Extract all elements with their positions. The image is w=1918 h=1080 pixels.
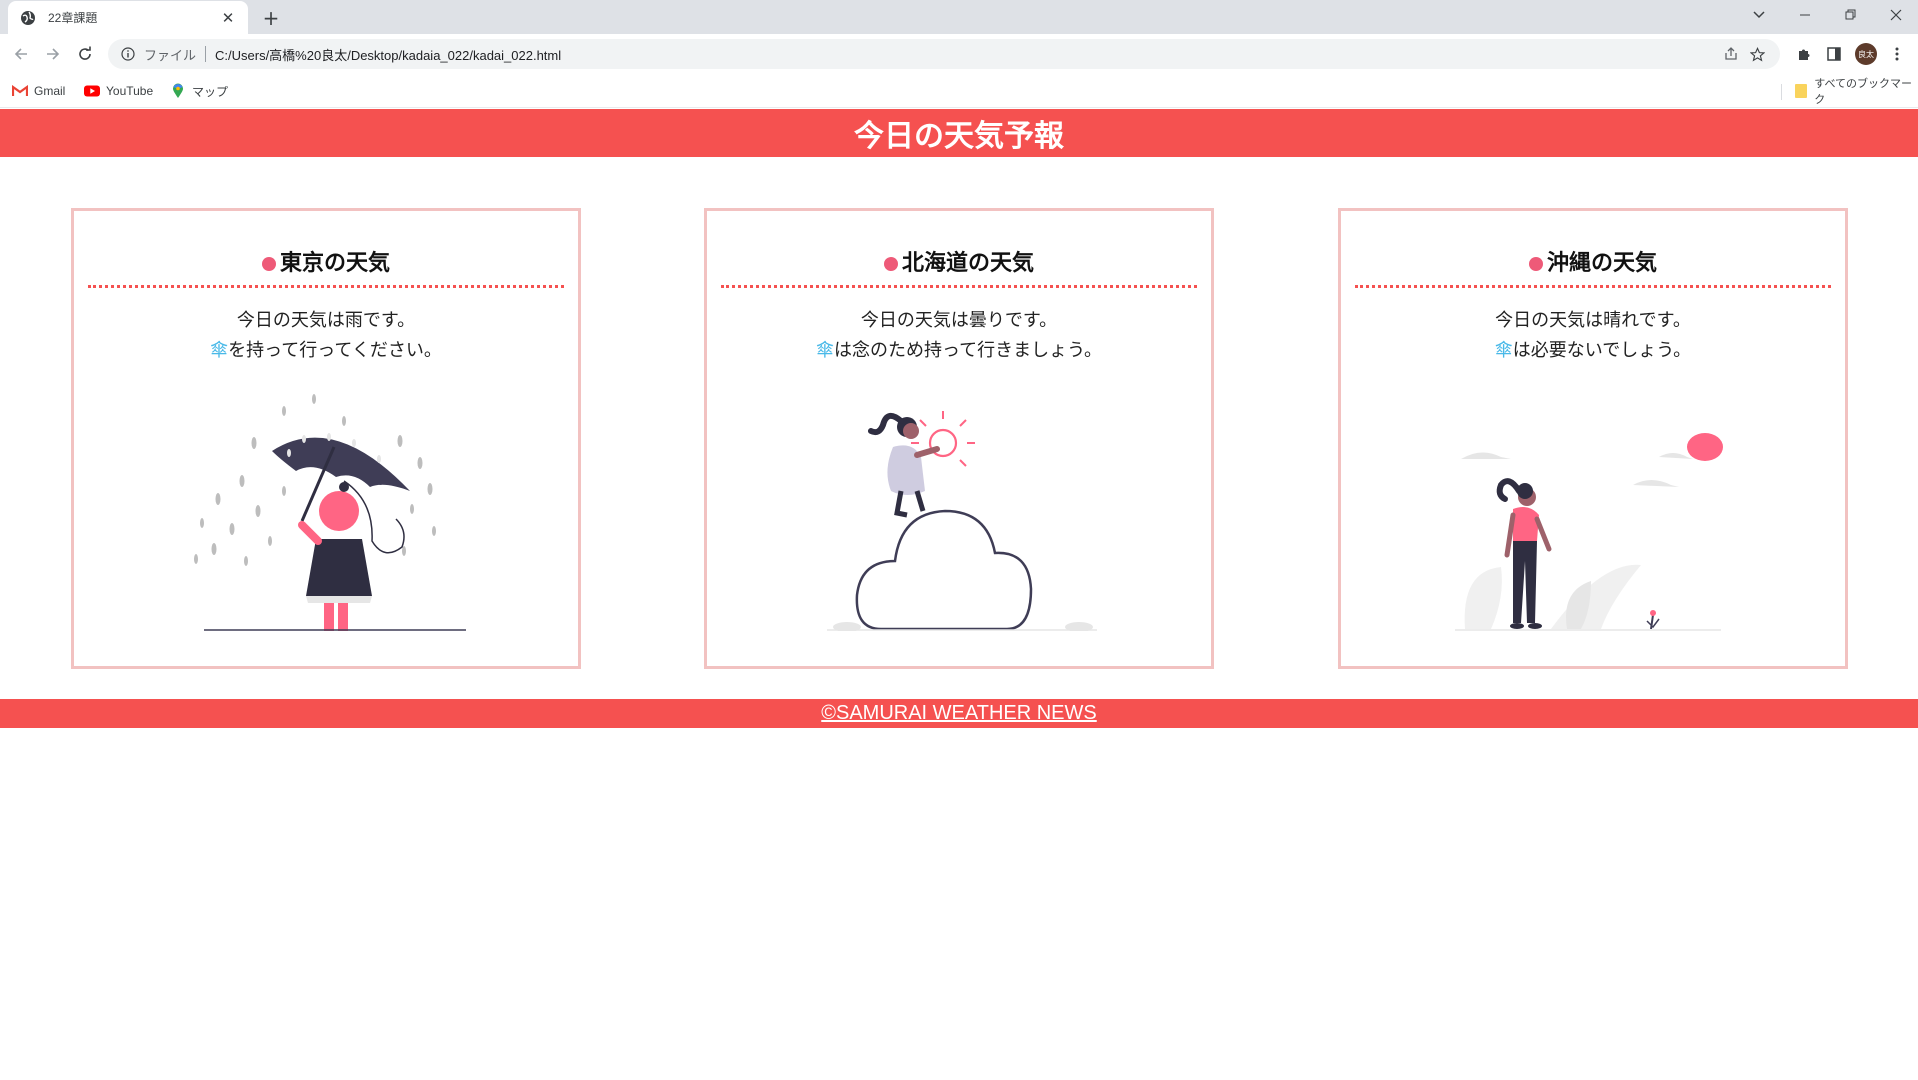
weather-card-okinawa: 沖縄の天気 今日の天気は晴れです。 傘は必要ないでしょう。 bbox=[1338, 208, 1848, 669]
copyright-link[interactable]: ©SAMURAI WEATHER NEWS bbox=[821, 702, 1097, 725]
bookmark-label: YouTube bbox=[106, 84, 154, 98]
reload-icon[interactable] bbox=[72, 42, 98, 66]
card-title-text: 東京の天気 bbox=[279, 251, 390, 276]
globe-icon bbox=[20, 10, 36, 26]
tab-search-icon[interactable] bbox=[1737, 0, 1781, 30]
rain-umbrella-illustration bbox=[184, 391, 474, 631]
umbrella-advice: 傘は必要ないでしょう。 bbox=[1341, 336, 1845, 362]
browser-toolbar: ファイル C:/Users/高橋%20良太/Desktop/kadaia_022… bbox=[0, 34, 1918, 74]
forecast-text: 今日の天気は晴れです。 bbox=[1495, 310, 1691, 331]
gmail-icon bbox=[12, 83, 28, 99]
info-icon[interactable] bbox=[120, 46, 136, 62]
bookmark-youtube[interactable]: YouTube bbox=[84, 82, 153, 100]
forecast-text: 今日の天気は雨です。 bbox=[236, 310, 416, 331]
bookmarks-divider bbox=[1781, 84, 1782, 100]
umbrella-advice: 傘は念のため持って行きましょう。 bbox=[707, 336, 1211, 362]
forecast-text: 今日の天気は曇りです。 bbox=[860, 310, 1058, 331]
bookmark-star-icon[interactable] bbox=[1744, 39, 1770, 69]
new-tab-button[interactable]: + bbox=[258, 5, 284, 31]
umbrella-advice-text: を持って行ってください。 bbox=[228, 340, 442, 361]
folder-icon bbox=[1793, 83, 1808, 99]
page-title: 今日の天気予報 bbox=[854, 119, 1064, 154]
umbrella-word: 傘 bbox=[1494, 340, 1513, 361]
tab-active[interactable]: 22章課題 ✕ bbox=[8, 1, 248, 34]
forward-arrow-icon[interactable] bbox=[40, 42, 66, 66]
url-scheme-label: ファイル bbox=[144, 47, 197, 63]
web-page: 今日の天気予報 東京の天気 今日の天気は雨です。 傘を持って行ってください。 北… bbox=[0, 108, 1918, 1080]
extensions-puzzle-icon[interactable] bbox=[1791, 42, 1817, 66]
url-text[interactable]: C:/Users/高橋%20良太/Desktop/kadaia_022/kada… bbox=[215, 45, 561, 64]
weather-card-hokkaido: 北海道の天気 今日の天気は曇りです。 傘は念のため持って行きましょう。 bbox=[704, 208, 1214, 669]
side-panel-icon[interactable] bbox=[1821, 42, 1847, 66]
card-title-text: 北海道の天気 bbox=[901, 251, 1034, 276]
page-header: 今日の天気予報 bbox=[0, 109, 1918, 157]
profile-initials: 良太 bbox=[1855, 43, 1877, 65]
bookmark-gmail[interactable]: Gmail bbox=[12, 82, 65, 100]
bullet-dot bbox=[883, 257, 898, 271]
umbrella-word: 傘 bbox=[210, 340, 229, 361]
chrome-menu-icon[interactable] bbox=[1884, 42, 1910, 66]
bookmarks-bar: Gmail YouTube マップ すべてのブックマーク bbox=[0, 74, 1918, 108]
card-title-text: 沖縄の天気 bbox=[1546, 251, 1657, 276]
umbrella-advice: 傘を持って行ってください。 bbox=[74, 336, 578, 362]
bookmark-label: マップ bbox=[192, 84, 229, 99]
tab-title: 22章課題 bbox=[48, 11, 98, 25]
card-title: 北海道の天気 bbox=[721, 245, 1197, 288]
page-footer: ©SAMURAI WEATHER NEWS bbox=[0, 699, 1918, 728]
all-bookmarks-label: すべてのブックマーク bbox=[1814, 78, 1913, 106]
umbrella-advice-text: は必要ないでしょう。 bbox=[1512, 340, 1692, 361]
back-arrow-icon[interactable] bbox=[8, 42, 34, 66]
all-bookmarks-button[interactable]: すべてのブックマーク bbox=[1793, 78, 1918, 106]
sunny-walk-illustration bbox=[1451, 391, 1741, 631]
card-title: 沖縄の天気 bbox=[1355, 245, 1831, 288]
weather-card-tokyo: 東京の天気 今日の天気は雨です。 傘を持って行ってください。 bbox=[71, 208, 581, 669]
umbrella-advice-text: は念のため持って行きましょう。 bbox=[833, 340, 1103, 361]
umbrella-word: 傘 bbox=[815, 340, 834, 361]
bookmark-label: Gmail bbox=[34, 84, 66, 98]
share-icon[interactable] bbox=[1718, 39, 1744, 69]
maps-icon bbox=[170, 83, 186, 99]
window-close-icon[interactable] bbox=[1874, 0, 1918, 30]
profile-avatar[interactable]: 良太 bbox=[1853, 42, 1879, 66]
restore-icon[interactable] bbox=[1829, 0, 1873, 30]
card-title: 東京の天気 bbox=[88, 245, 564, 288]
tab-strip: 22章課題 ✕ + bbox=[0, 0, 1918, 34]
omnibox-divider bbox=[205, 46, 207, 62]
minimize-icon[interactable] bbox=[1783, 0, 1827, 30]
address-bar[interactable]: ファイル C:/Users/高橋%20良太/Desktop/kadaia_022… bbox=[108, 39, 1780, 69]
cloud-illustration bbox=[817, 391, 1107, 632]
youtube-icon bbox=[84, 83, 100, 99]
close-tab-icon[interactable]: ✕ bbox=[218, 8, 238, 28]
bullet-dot bbox=[261, 257, 276, 271]
bookmark-maps[interactable]: マップ bbox=[170, 82, 228, 100]
bullet-dot bbox=[1528, 257, 1543, 271]
